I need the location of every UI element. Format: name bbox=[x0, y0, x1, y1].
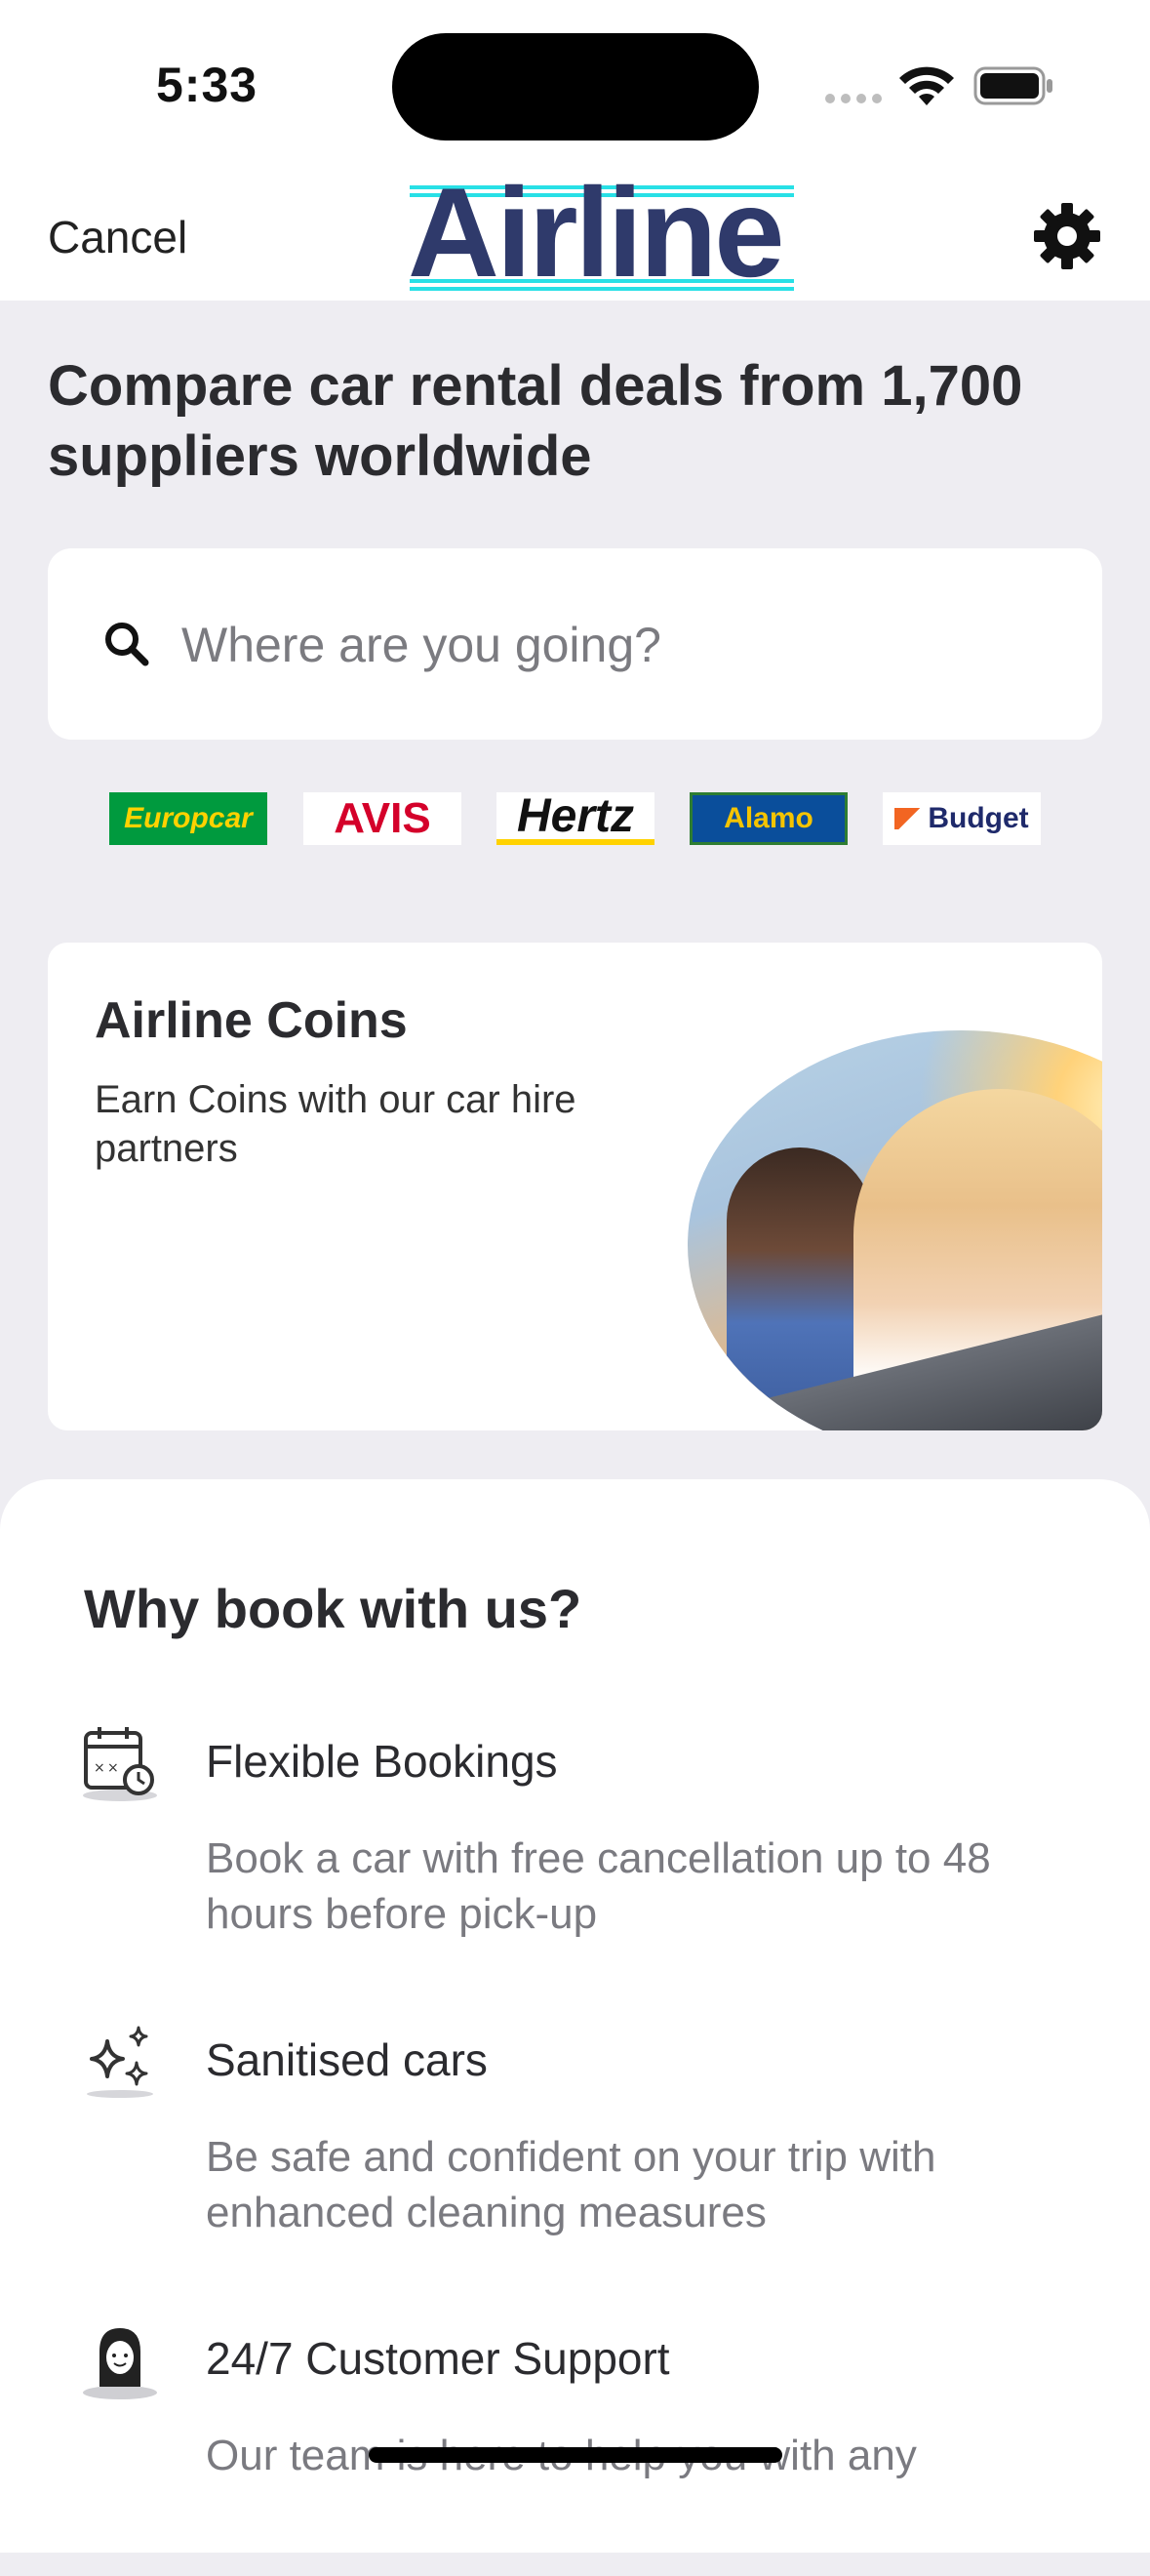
support-agent-icon bbox=[83, 2328, 157, 2399]
home-indicator[interactable] bbox=[369, 2447, 782, 2463]
dynamic-island bbox=[392, 33, 759, 141]
cellular-signal-icon bbox=[825, 94, 884, 105]
wifi-icon bbox=[899, 66, 954, 105]
budget-logo-text: Budget bbox=[928, 802, 1029, 834]
top-bar: 5:33 Cancel Airline bbox=[0, 0, 1150, 301]
feature-sanitised-cars: Sanitised cars Be safe and confident on … bbox=[0, 2024, 1150, 2277]
sparkles-icon bbox=[87, 2026, 153, 2098]
avis-logo: AVIS bbox=[303, 792, 461, 845]
feature-title: 24/7 Customer Support bbox=[206, 2333, 670, 2384]
alamo-logo: Alamo bbox=[690, 792, 848, 845]
partner-logos: Europcar AVIS Hertz Alamo Budget bbox=[109, 790, 1046, 847]
feature-title: Flexible Bookings bbox=[206, 1736, 558, 1787]
destination-search[interactable] bbox=[48, 548, 1102, 740]
coins-description: Earn Coins with our car hire partners bbox=[95, 1078, 576, 1170]
europcar-logo: Europcar bbox=[109, 792, 267, 845]
why-book-sheet: Why book with us? × × Flexible Bookings … bbox=[0, 1479, 1150, 2553]
budget-logo: Budget bbox=[883, 792, 1041, 845]
coins-card[interactable]: Airline Coins Earn Coins with our car hi… bbox=[48, 943, 1102, 1430]
coins-title: Airline Coins bbox=[95, 992, 408, 1049]
cancel-button[interactable]: Cancel bbox=[48, 211, 187, 263]
why-book-title: Why book with us? bbox=[84, 1578, 582, 1639]
status-time: 5:33 bbox=[156, 58, 258, 112]
gear-icon[interactable] bbox=[1032, 201, 1102, 271]
hertz-logo: Hertz bbox=[496, 790, 654, 845]
svg-text:×: × bbox=[94, 1760, 105, 1776]
feature-description: Be safe and confident on your trip with … bbox=[206, 2133, 936, 2236]
search-input[interactable] bbox=[179, 607, 1061, 683]
feature-flexible-bookings: × × Flexible Bookings Book a car with fr… bbox=[0, 1725, 1150, 1979]
feature-title: Sanitised cars bbox=[206, 2034, 488, 2085]
search-icon bbox=[105, 623, 149, 666]
coins-promo-image bbox=[688, 1030, 1102, 1430]
svg-text:×: × bbox=[107, 1760, 119, 1776]
battery-icon bbox=[973, 66, 1052, 105]
airline-logo: Airline bbox=[408, 164, 798, 301]
feature-description: Book a car with free cancellation up to … bbox=[206, 1834, 991, 1938]
calendar-icon: × × bbox=[83, 1727, 157, 1801]
page-headline: Compare car rental deals from 1,700 supp… bbox=[48, 354, 1023, 488]
budget-mark-icon bbox=[894, 808, 925, 829]
